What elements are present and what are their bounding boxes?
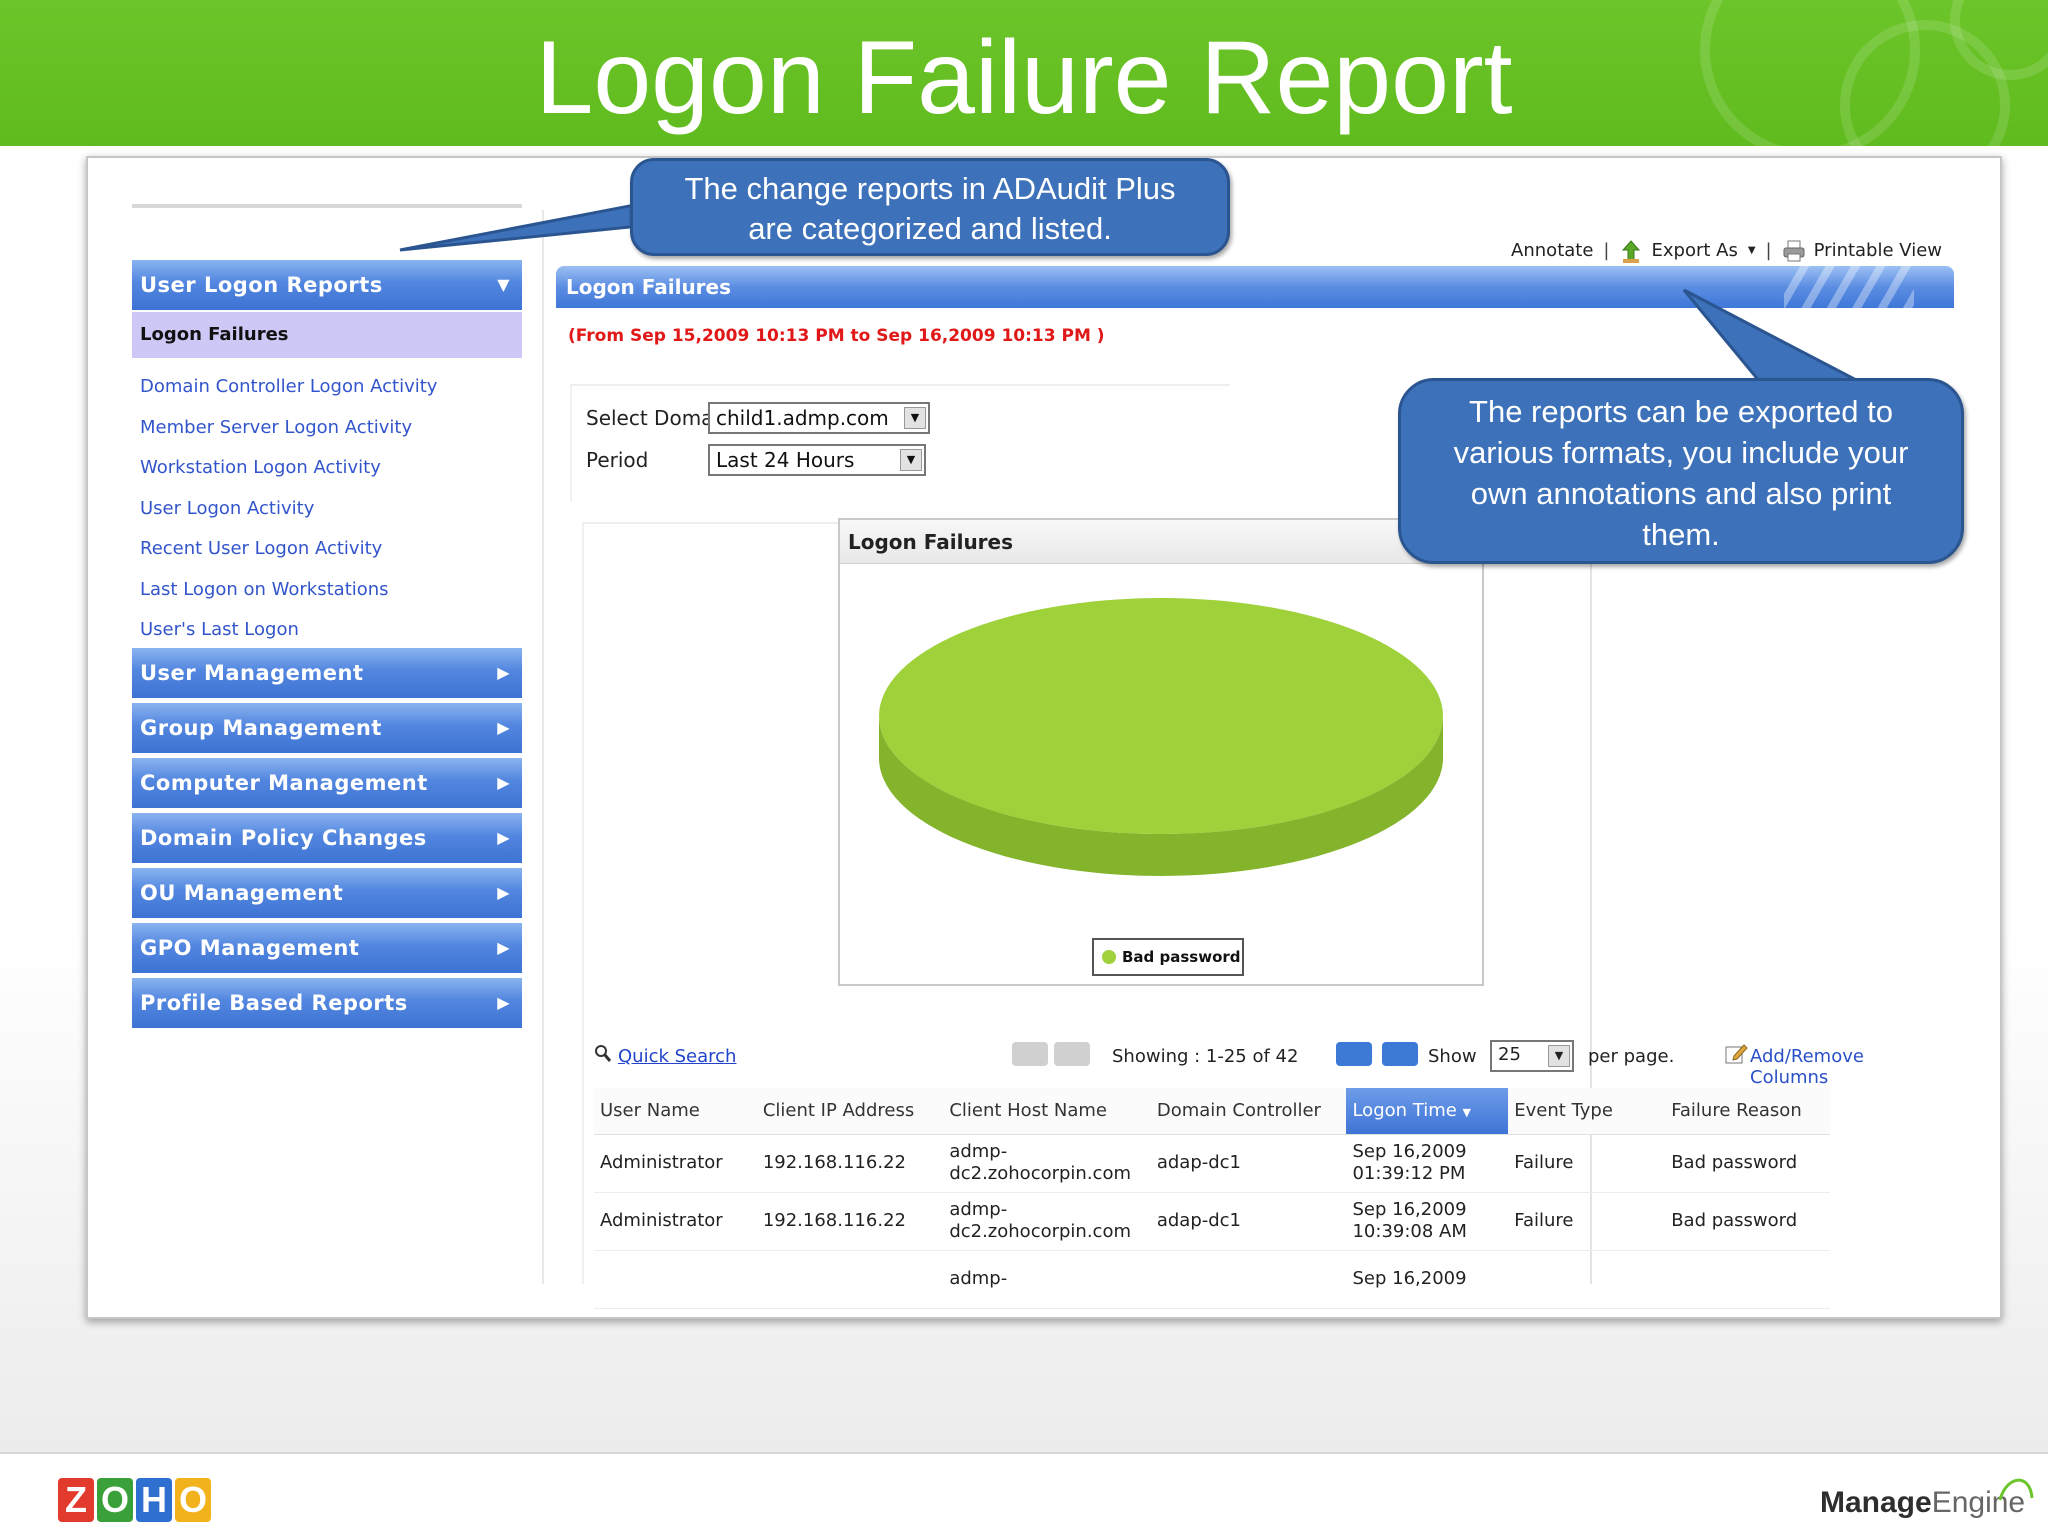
zoho-letter: O — [97, 1478, 133, 1522]
callout-line: are categorized and listed. — [748, 211, 1112, 246]
callout-line: various formats, you include your — [1453, 435, 1909, 470]
callout-pointer — [1682, 288, 1861, 384]
zoho-letter: O — [175, 1478, 211, 1522]
callout-line: The change reports in ADAudit Plus — [684, 171, 1176, 206]
callout-export: The reports can be exported to various f… — [1398, 378, 1964, 564]
manageengine-logo: ManageEngine — [1820, 1478, 2034, 1520]
zoho-logo: Z O H O — [58, 1478, 211, 1526]
callout-categorized: The change reports in ADAudit Plus are c… — [630, 158, 1230, 256]
callout-line: own annotations and also print — [1470, 476, 1892, 511]
callout-line: The reports can be exported to — [1469, 394, 1893, 429]
logo-brand: Manage — [1820, 1486, 1932, 1519]
callout-line: them. — [1642, 517, 1720, 552]
swoosh-icon — [1998, 1478, 2034, 1501]
zoho-letter: H — [136, 1478, 172, 1522]
zoho-letter: Z — [58, 1478, 94, 1522]
callout-pointer — [399, 202, 664, 252]
slide-footer — [0, 1452, 2048, 1536]
